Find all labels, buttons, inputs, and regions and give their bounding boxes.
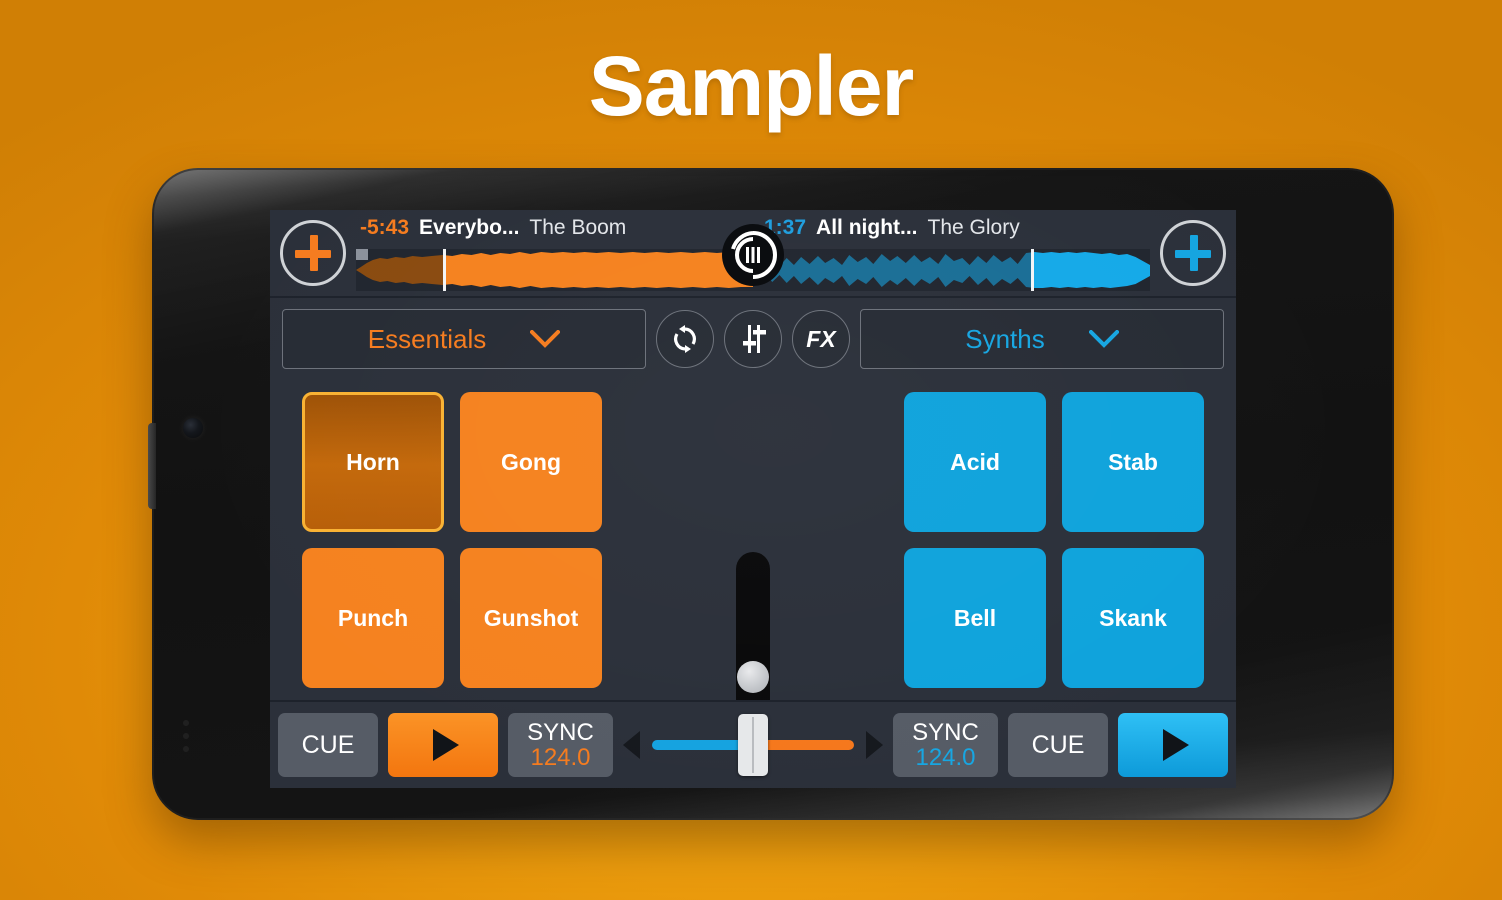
deck-right-waveform[interactable] bbox=[753, 249, 1150, 291]
waveform-right-svg bbox=[753, 249, 1150, 291]
sample-bank-left-label: Essentials bbox=[367, 323, 487, 354]
loop-sync-icon bbox=[674, 325, 696, 353]
deck-right-track: All night... bbox=[816, 216, 918, 239]
pad-bell[interactable]: Bell bbox=[904, 548, 1046, 688]
bpm-right-value: 124.0 bbox=[915, 743, 976, 771]
sync-left-label: SYNC bbox=[527, 718, 594, 746]
volume-rocker bbox=[148, 423, 156, 509]
pad-horn[interactable]: Horn bbox=[302, 392, 444, 532]
arrow-left-icon bbox=[623, 731, 640, 759]
deck-right-artist: The Glory bbox=[927, 216, 1020, 239]
play-right-button[interactable] bbox=[1118, 713, 1228, 777]
pad-grid-left: Horn Gong Punch Gunshot bbox=[302, 392, 602, 688]
play-left-button[interactable] bbox=[388, 713, 498, 777]
play-icon bbox=[432, 729, 459, 761]
deck-left-waveform[interactable] bbox=[356, 249, 753, 291]
app-screen: -5:43 Everybo... The Boom -1:37 All nigh… bbox=[270, 210, 1236, 788]
sync-left-button[interactable]: SYNC 124.0 bbox=[508, 713, 613, 777]
transport-bar: CUE SYNC 124.0 SYNC 124.0 CUE bbox=[270, 700, 1236, 788]
pad-gong[interactable]: Gong bbox=[460, 392, 602, 532]
add-track-left-button[interactable] bbox=[280, 220, 346, 286]
chevron-down-icon bbox=[530, 330, 561, 348]
pad-gunshot[interactable]: Gunshot bbox=[460, 548, 602, 688]
sample-bank-right-dropdown[interactable]: Synths bbox=[860, 309, 1224, 369]
deck-header: -5:43 Everybo... The Boom -1:37 All nigh… bbox=[270, 210, 1236, 298]
speaker-grille bbox=[180, 713, 194, 773]
sampler-pad-zone: Horn Gong Punch Gunshot Acid Stab Bell S… bbox=[270, 378, 1236, 788]
add-track-right-button[interactable] bbox=[1160, 220, 1226, 286]
playhead-left bbox=[443, 249, 447, 291]
sync-right-button[interactable]: SYNC 124.0 bbox=[893, 713, 998, 777]
sampler-volume-knob[interactable] bbox=[737, 661, 769, 694]
cue-left-button[interactable]: CUE bbox=[278, 713, 378, 777]
sample-bank-left-dropdown[interactable]: Essentials bbox=[282, 309, 646, 369]
deck-left-time: -5:43 bbox=[360, 216, 410, 239]
loop-sync-button[interactable] bbox=[656, 310, 714, 368]
crossfader-handle[interactable] bbox=[738, 714, 768, 776]
sample-bank-right-label: Synths bbox=[965, 323, 1045, 354]
playhead-right bbox=[1030, 249, 1034, 291]
pad-acid[interactable]: Acid bbox=[904, 392, 1046, 532]
sync-right-label: SYNC bbox=[912, 718, 979, 746]
pad-skank[interactable]: Skank bbox=[1062, 548, 1204, 688]
page-title: Sampler bbox=[588, 39, 915, 133]
play-icon bbox=[1162, 729, 1189, 761]
deck-right: -1:37 All night... The Glory bbox=[753, 210, 1150, 296]
crossfader[interactable] bbox=[623, 713, 883, 777]
deck-left-track: Everybo... bbox=[419, 216, 520, 239]
front-camera bbox=[183, 418, 203, 438]
mixer-eq-button[interactable] bbox=[724, 310, 782, 368]
cue-right-button[interactable]: CUE bbox=[1008, 713, 1108, 777]
deck-left-meta: -5:43 Everybo... The Boom bbox=[356, 216, 753, 246]
pad-stab[interactable]: Stab bbox=[1062, 392, 1204, 532]
fx-button[interactable]: FX bbox=[792, 310, 850, 368]
deck-right-meta: -1:37 All night... The Glory bbox=[753, 216, 1150, 246]
mixer-eq-icon bbox=[743, 325, 766, 353]
arrow-right-icon bbox=[866, 731, 883, 759]
vinyl-crossfade-icon[interactable] bbox=[722, 224, 784, 286]
crossfader-track[interactable] bbox=[652, 714, 854, 776]
pad-punch[interactable]: Punch bbox=[302, 548, 444, 688]
waveform-left-svg bbox=[356, 249, 753, 291]
bank-control-row: Essentials FX Synths bbox=[270, 300, 1236, 378]
fx-label: FX bbox=[806, 325, 836, 352]
cue-marker-left bbox=[356, 249, 368, 260]
bpm-left-value: 124.0 bbox=[530, 743, 591, 771]
pad-grid-right: Acid Stab Bell Skank bbox=[904, 392, 1204, 688]
phone-device: -5:43 Everybo... The Boom -1:37 All nigh… bbox=[148, 168, 1394, 820]
chevron-down-icon bbox=[1088, 330, 1119, 348]
deck-left-artist: The Boom bbox=[529, 216, 627, 239]
deck-left: -5:43 Everybo... The Boom bbox=[356, 210, 753, 296]
